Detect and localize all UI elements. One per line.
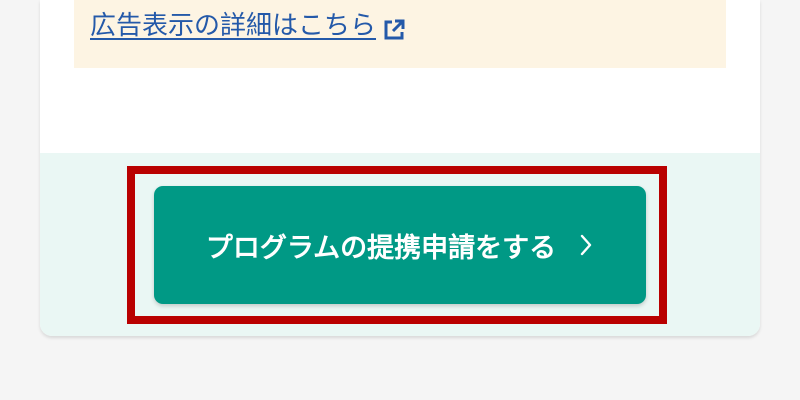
ad-details-link[interactable]: 広告表示の詳細はこちら (90, 6, 406, 46)
apply-program-button[interactable]: プログラムの提携申請をする (154, 186, 646, 304)
external-link-icon (382, 14, 406, 40)
page: 広告表示の詳細はこちら プログラムの提携申請をする (0, 0, 800, 400)
apply-program-button-label: プログラムの提携申請をする (205, 232, 557, 264)
chevron-right-icon (578, 233, 594, 257)
ad-details-link-label: 広告表示の詳細はこちら (90, 11, 377, 41)
ad-disclosure-notice: 広告表示の詳細はこちら (74, 0, 726, 68)
